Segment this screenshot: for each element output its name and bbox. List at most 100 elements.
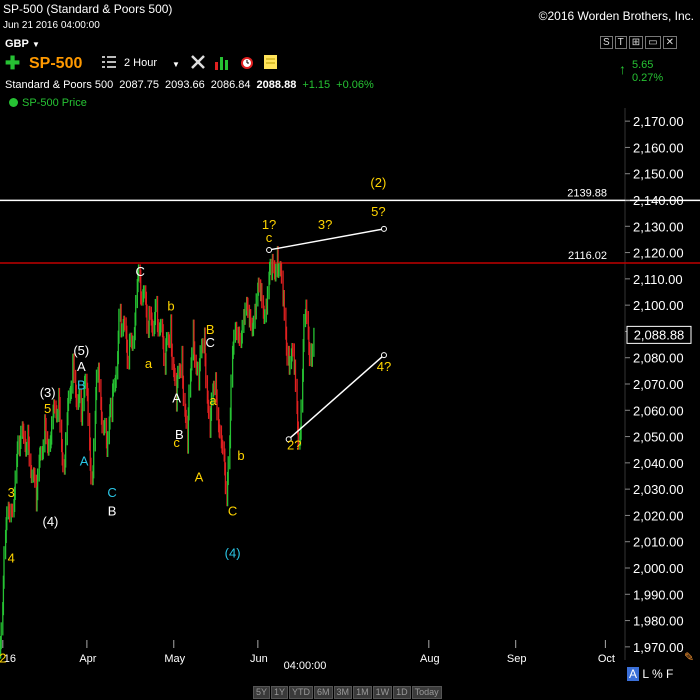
horizontal-line-label: 2116.02 [568,250,607,262]
alarm-clock-icon[interactable] [238,54,256,70]
chart-title: SP-500 (Standard & Poors 500) [3,2,173,16]
wave-label: A [80,453,89,468]
x-tick-label: Aug [420,653,440,665]
range-buttons[interactable]: 5Y 1Y YTD 6M 3M 1M 1W 1D Today [253,686,443,699]
projection-handle [380,225,387,232]
wave-label: C [135,264,144,279]
window-controls[interactable]: S T ⊞ ▭ ✕ [600,36,679,49]
y-tick-label: 2,000.00 [633,561,684,576]
bar-chart-icon[interactable] [214,54,232,70]
s-button[interactable]: S [600,36,613,49]
y-tick-label: 2,110.00 [633,272,683,287]
fit-scale-toggle[interactable]: F [666,667,673,681]
auto-scale-toggle[interactable]: A [627,667,640,681]
price-series [0,246,315,659]
y-tick-label: 2,130.00 [633,219,684,234]
quote-summary: Standard & Poors 500 2087.75 2093.66 2086.8… [5,79,380,91]
projection-handle [380,352,387,359]
quote-change: +1.15 [302,79,331,91]
range-1w[interactable]: 1W [372,686,393,699]
t-button[interactable]: T [614,36,627,49]
wave-label: (4) [225,545,241,560]
chart-datetime: Jun 21 2016 04:00:00 [3,20,100,31]
log-scale-toggle[interactable]: L [642,667,648,681]
projection-lines[interactable] [266,225,387,443]
x-tick-label: Sep [507,653,527,665]
wave-label: C [206,335,215,350]
wave-label: C [107,485,116,500]
note-icon[interactable] [262,54,280,70]
wave-label: (5) [73,343,89,358]
arrow-up-icon: ↑ [619,61,626,77]
maximize-icon[interactable]: ⊞ [628,36,644,49]
x-tick-label: Apr [79,653,96,665]
wave-label: A [172,390,181,405]
scale-toggles[interactable]: A L % F [627,667,673,681]
timeframe-selector[interactable]: 2 Hour [124,57,157,69]
chevron-down-icon[interactable]: ▼ [32,40,40,49]
wave-label: C [228,503,237,518]
y-axis: 1,970.00 1,980.00 1,990.00 2,000.00 2,010.00… [625,114,684,655]
range-1y[interactable]: 1Y [271,686,289,699]
wave-label: 3 [8,485,15,500]
symbol-field[interactable]: SP-500 [29,55,82,73]
wave-label: (3) [40,385,56,400]
wave-label: a [145,356,153,371]
x-tick-label: May [164,653,185,665]
wave-label: b [167,298,174,313]
quote-last: 2088.88 [256,79,297,91]
quote-high: 2093.66 [165,79,205,91]
wave-label: B [108,503,117,518]
series-legend[interactable]: SP-500 Price [9,97,87,109]
wave-label: B [77,377,86,392]
chevron-down-icon[interactable]: ▼ [172,60,180,69]
last-price-marker: 2,088.88 [626,325,692,344]
range-6m[interactable]: 6M [314,686,333,699]
quote-name: Standard & Poors 500 [5,79,114,91]
y-tick-label: 2,010.00 [633,535,684,550]
percent-scale-toggle[interactable]: % [652,667,663,681]
resistance-lines: 2139.88 2116.02 [0,187,700,264]
projection-line [268,228,385,251]
y-tick-label: 2,140.00 [633,193,684,208]
wave-label: 4? [377,359,391,374]
last-price-label: 2,088.88 [634,327,685,342]
y-tick-label: 2,170.00 [633,114,684,129]
range-ytd[interactable]: YTD [289,686,314,699]
price-chart[interactable]: 2139.88 2116.02 1,970.00 1,980.00 1,990.00 2… [0,0,700,700]
list-icon[interactable] [102,56,116,68]
wave-label: A [77,359,86,374]
plus-icon[interactable]: ✚ [5,54,20,72]
currency-selector[interactable]: GBP [5,38,29,50]
wave-label: A [195,469,204,484]
tools-icon[interactable] [190,54,208,70]
y-tick-label: 2,070.00 [633,377,684,392]
y-tick-label: 1,980.00 [633,614,684,629]
wave-label: a [209,393,217,408]
range-3m[interactable]: 3M [333,686,353,699]
wave-label: 5? [371,204,385,219]
legend-swatch [9,98,18,107]
wave-label: (4) [43,514,59,529]
quote-open: 2087.75 [119,79,160,91]
wave-label: 2 [0,651,6,666]
horizontal-line-label: 2139.88 [567,187,607,199]
range-today[interactable]: Today [411,686,442,699]
quote-low: 2086.84 [210,79,251,91]
y-tick-label: 2,160.00 [633,140,684,155]
copyright-notice: ©2016 Worden Brothers, Inc. [538,9,694,23]
wave-label: 5 [44,401,51,416]
restore-icon[interactable]: ▭ [645,36,661,49]
y-tick-label: 2,050.00 [633,430,684,445]
range-1m[interactable]: 1M [353,686,372,699]
close-icon[interactable]: ✕ [662,36,678,49]
wave-label: 2? [287,438,301,453]
range-1d[interactable]: 1D [393,686,411,699]
x-tick-label: Oct [598,653,615,665]
projection-handle [266,246,273,253]
range-5y[interactable]: 5Y [253,686,271,699]
change-percent: 0.27% [632,72,664,84]
y-tick-label: 2,080.00 [633,351,684,366]
y-tick-label: 2,030.00 [633,482,684,497]
pencil-icon[interactable]: ✎ [684,650,694,664]
